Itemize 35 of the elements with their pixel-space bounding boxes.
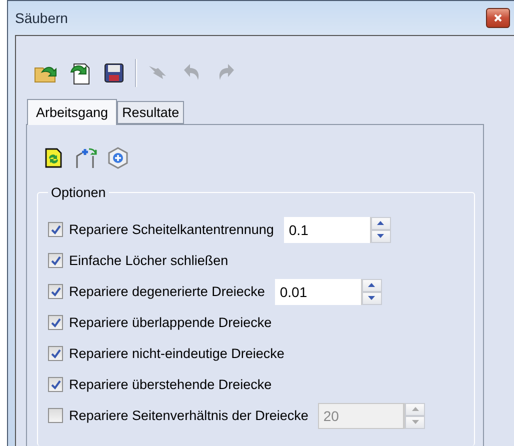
close-button[interactable]: [486, 8, 510, 28]
option-label: Repariere degenerierte Dreiecke: [69, 284, 265, 299]
number-field[interactable]: 0.1: [284, 216, 370, 242]
down-arrow-icon: [412, 420, 419, 424]
hexagon-plus-icon: [107, 147, 129, 169]
checkbox[interactable]: [48, 284, 63, 299]
option-label: Repariere Seitenverhältnis der Dreiecke: [69, 408, 308, 423]
option-label: Repariere überlappende Dreiecke: [69, 315, 272, 330]
checkbox[interactable]: [48, 408, 63, 423]
close-icon: [493, 13, 503, 23]
option-label: Repariere überstehende Dreiecke: [69, 377, 272, 392]
option-label: Einfache Löcher schließen: [69, 253, 228, 268]
tab[interactable]: Resultate: [117, 101, 184, 124]
up-arrow-icon: [377, 221, 384, 225]
down-arrow-icon: [368, 296, 376, 300]
checkbox[interactable]: [48, 253, 63, 268]
up-arrow-icon: [368, 283, 376, 287]
checkbox[interactable]: [48, 346, 63, 361]
spin-down-button[interactable]: [362, 292, 382, 304]
checkbox[interactable]: [48, 377, 63, 392]
checkbox[interactable]: [48, 222, 63, 237]
tab[interactable]: Arbeitsgang: [27, 99, 118, 125]
option-label: Repariere Scheitelkantentrennung: [69, 222, 274, 237]
window-title: Säubern: [15, 10, 68, 26]
spin-up-button[interactable]: [370, 216, 391, 230]
option-label: Repariere nicht-eindeutige Dreiecke: [69, 346, 284, 361]
document-arrow-icon: [69, 61, 91, 85]
number-field[interactable]: 0.01: [274, 278, 361, 304]
down-arrow-icon: [377, 234, 384, 238]
up-arrow-icon: [412, 407, 419, 411]
checkbox[interactable]: [48, 315, 63, 330]
group-title: Optionen: [50, 185, 107, 200]
spin-up-button[interactable]: [362, 278, 382, 292]
spin-down-button[interactable]: [370, 230, 391, 242]
refresh-document-icon: [44, 147, 64, 169]
